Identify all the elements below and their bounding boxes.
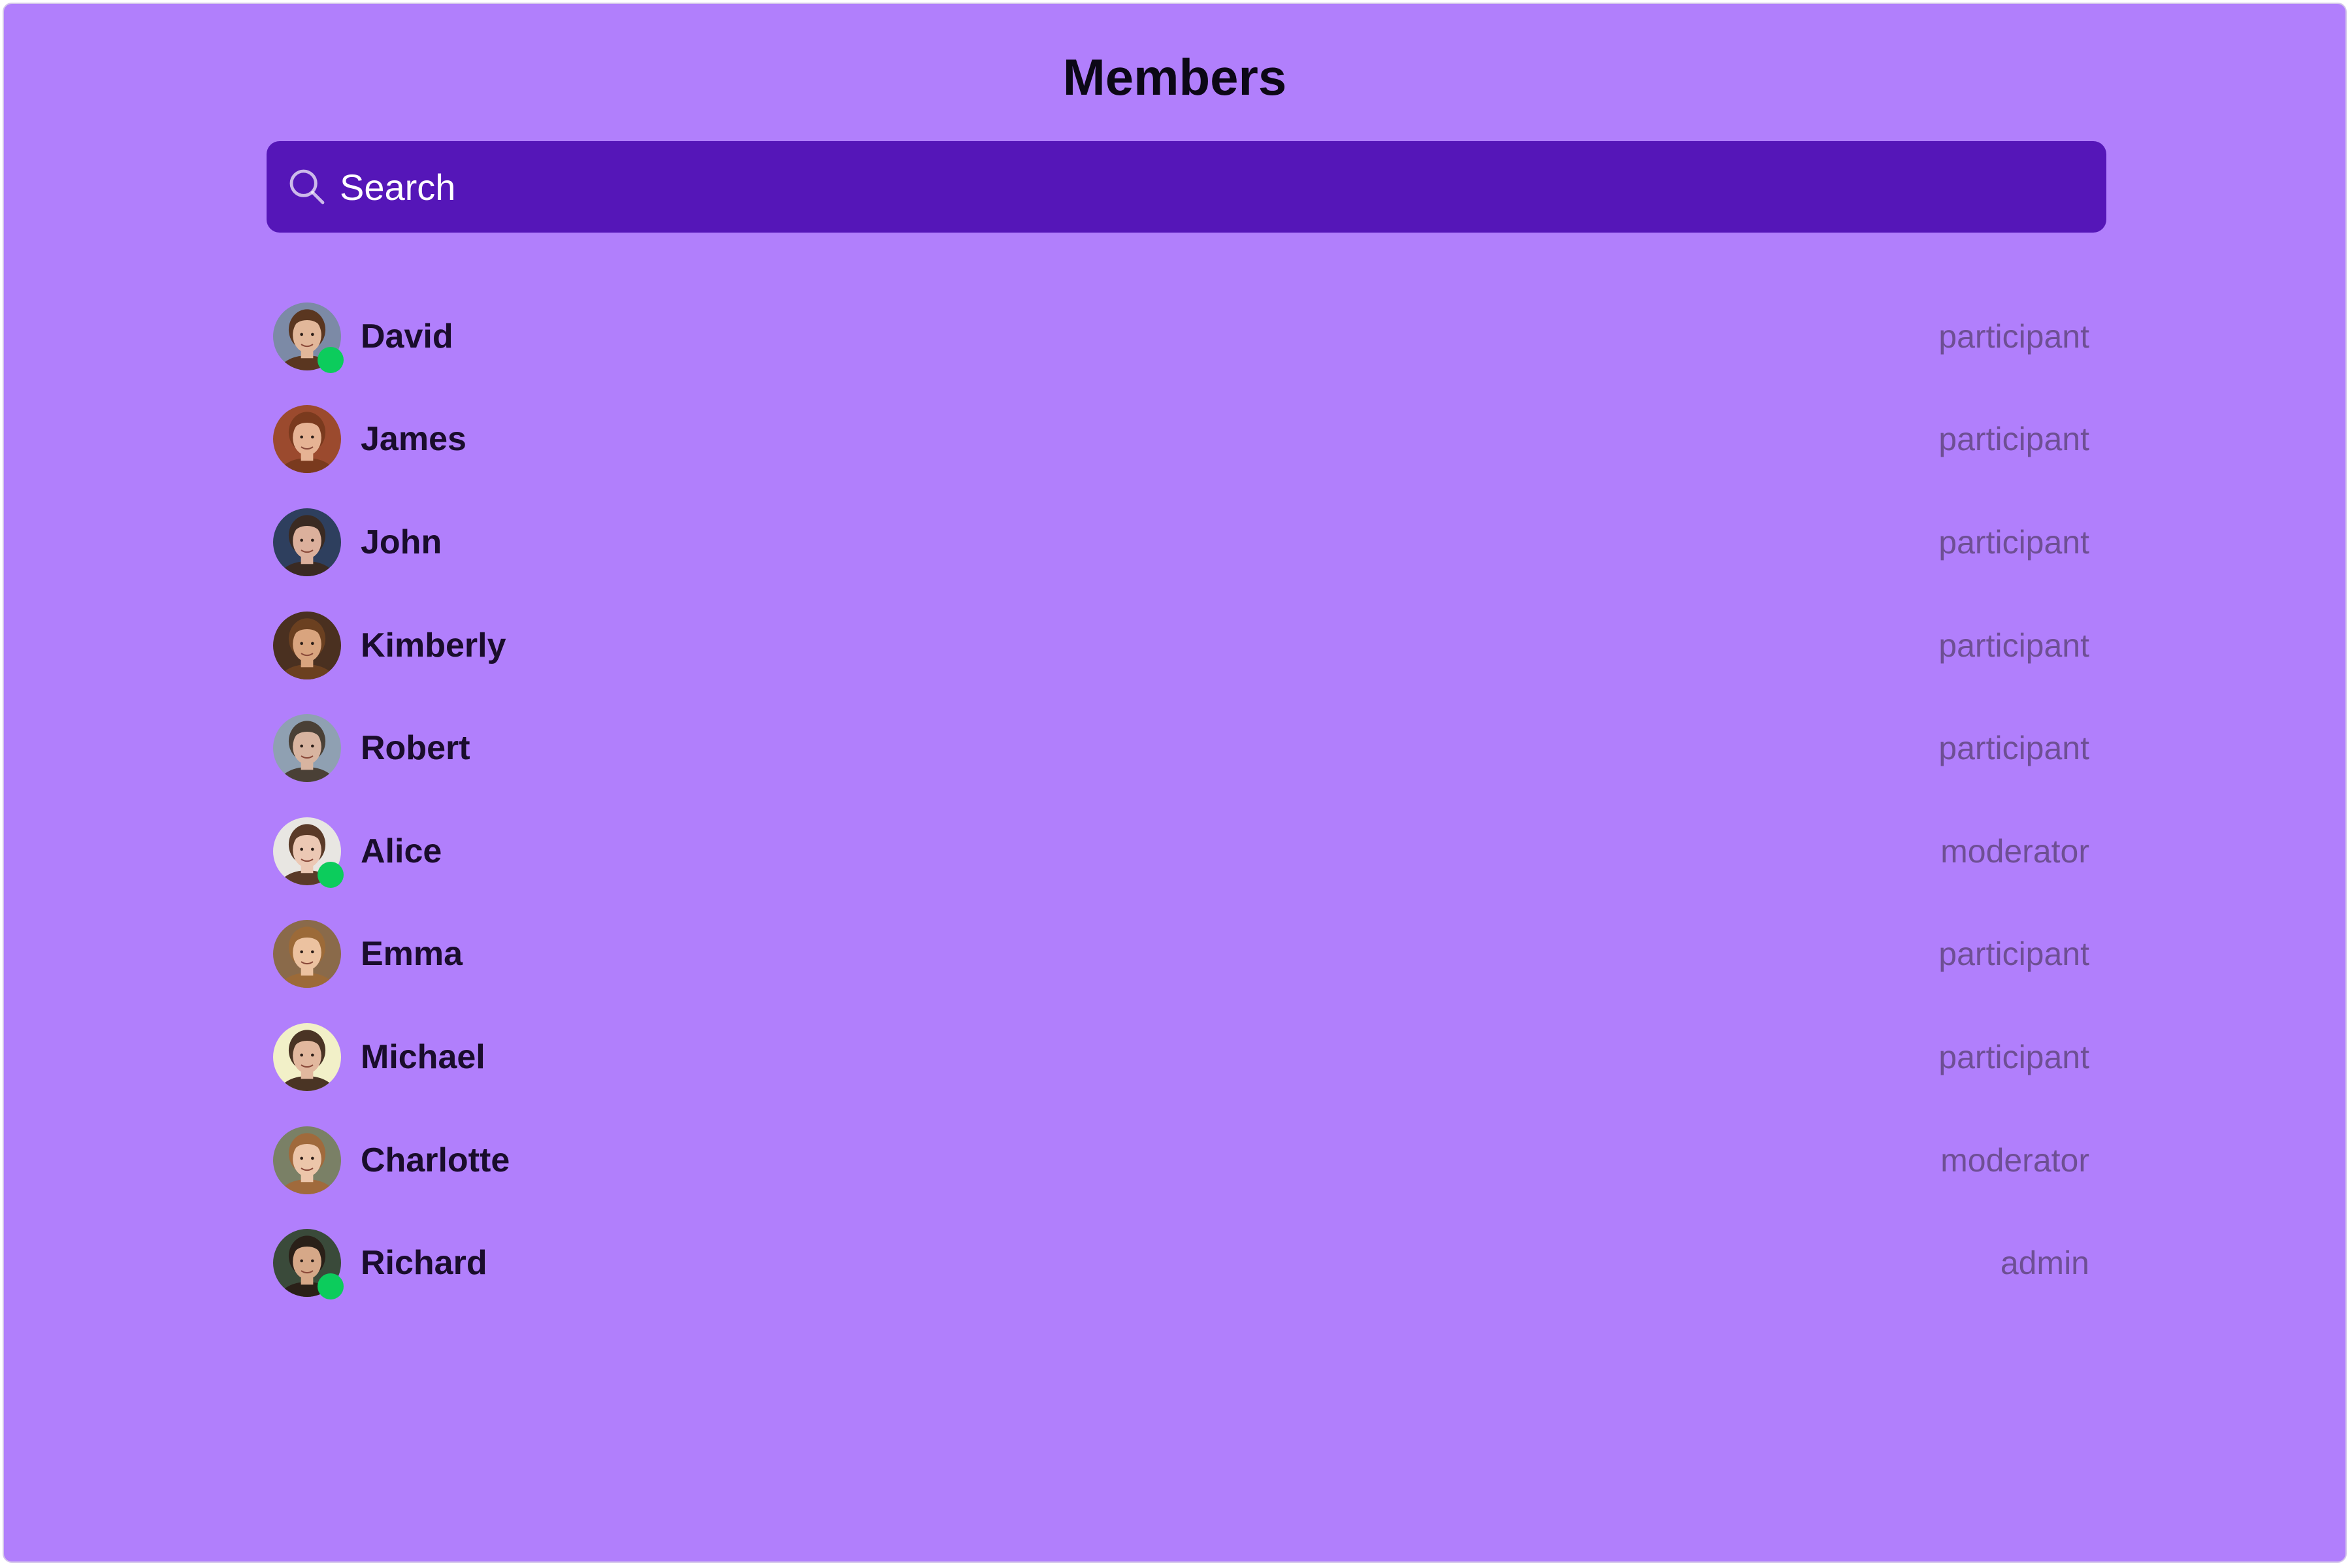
member-role: moderator bbox=[1940, 832, 2089, 870]
member-role: participant bbox=[1938, 421, 2089, 458]
online-status-dot bbox=[318, 861, 344, 888]
member-row-john[interactable]: John participant bbox=[267, 491, 2106, 594]
member-role: participant bbox=[1938, 730, 2089, 767]
search-input[interactable] bbox=[340, 141, 2078, 233]
member-name: Richard bbox=[361, 1244, 487, 1282]
avatar-image bbox=[273, 714, 341, 783]
member-row-robert[interactable]: Robert participant bbox=[267, 696, 2106, 800]
avatar[interactable] bbox=[273, 1229, 344, 1300]
avatar-image bbox=[273, 611, 341, 679]
member-role: participant bbox=[1938, 318, 2089, 355]
member-row-charlotte[interactable]: Charlotte moderator bbox=[267, 1109, 2106, 1212]
member-row-richard[interactable]: Richard admin bbox=[267, 1211, 2106, 1315]
avatar[interactable] bbox=[273, 302, 344, 373]
member-name: David bbox=[361, 317, 453, 355]
member-name: Emma bbox=[361, 935, 463, 973]
member-name: Alice bbox=[361, 832, 442, 870]
online-status-dot bbox=[318, 346, 344, 373]
avatar-image bbox=[273, 920, 341, 988]
member-name: John bbox=[361, 523, 442, 561]
member-name: James bbox=[361, 420, 466, 459]
member-name: Robert bbox=[361, 729, 470, 768]
avatar[interactable] bbox=[273, 714, 341, 783]
avatar-image bbox=[273, 1022, 341, 1091]
member-name: Kimberly bbox=[361, 626, 506, 664]
member-name: Charlotte bbox=[361, 1141, 510, 1179]
avatar-image bbox=[273, 1126, 341, 1194]
member-row-james[interactable]: James participant bbox=[267, 388, 2106, 491]
avatar[interactable] bbox=[273, 920, 341, 988]
member-role: participant bbox=[1938, 523, 2089, 561]
member-list: David participant James participant John… bbox=[267, 285, 2106, 1315]
member-name: Michael bbox=[361, 1037, 485, 1076]
search-icon bbox=[289, 169, 325, 204]
members-window: Members Search David participant James p… bbox=[3, 3, 2347, 1563]
avatar-image bbox=[273, 405, 341, 474]
avatar-image bbox=[273, 508, 341, 576]
member-role: participant bbox=[1938, 627, 2089, 664]
member-row-michael[interactable]: Michael participant bbox=[267, 1005, 2106, 1109]
avatar[interactable] bbox=[273, 508, 341, 576]
avatar[interactable] bbox=[273, 611, 341, 679]
search-bar[interactable] bbox=[267, 141, 2106, 233]
member-role: admin bbox=[2000, 1245, 2089, 1282]
member-row-alice[interactable]: Alice moderator bbox=[267, 800, 2106, 903]
member-role: participant bbox=[1938, 936, 2089, 973]
page-title: Members bbox=[1062, 48, 1287, 106]
member-role: moderator bbox=[1940, 1141, 2089, 1179]
member-row-david[interactable]: David participant bbox=[267, 285, 2106, 388]
avatar[interactable] bbox=[273, 1126, 341, 1194]
avatar[interactable] bbox=[273, 817, 344, 888]
online-status-dot bbox=[318, 1273, 344, 1300]
member-row-kimberly[interactable]: Kimberly participant bbox=[267, 594, 2106, 697]
avatar[interactable] bbox=[273, 1022, 341, 1091]
member-row-emma[interactable]: Emma participant bbox=[267, 903, 2106, 1006]
avatar[interactable] bbox=[273, 405, 341, 474]
member-role: participant bbox=[1938, 1038, 2089, 1075]
